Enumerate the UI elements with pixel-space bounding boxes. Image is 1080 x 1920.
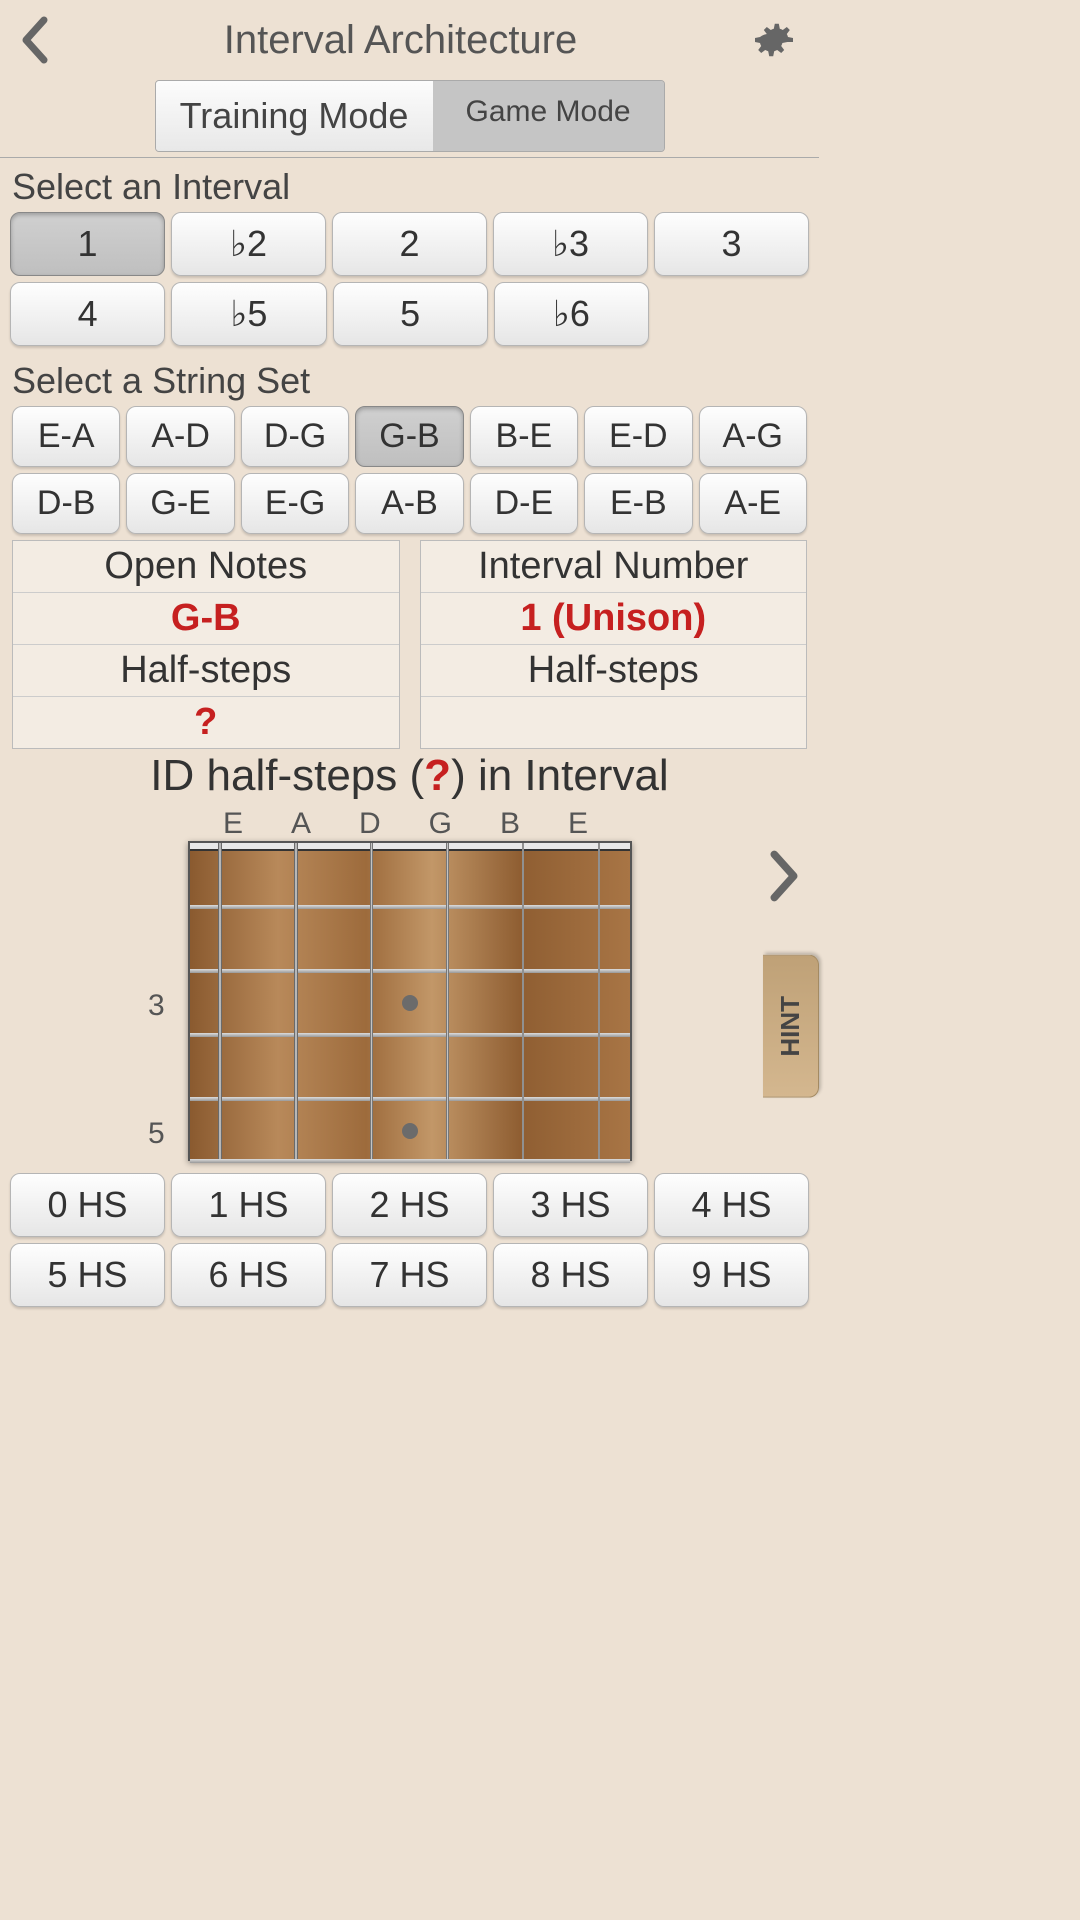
stringset-gb[interactable]: G-B: [355, 406, 463, 467]
halfsteps-label-left: Half-steps: [13, 645, 399, 697]
interval-flat3[interactable]: ♭3: [493, 212, 648, 276]
interval-2[interactable]: 2: [332, 212, 487, 276]
stringset-ae[interactable]: A-E: [699, 473, 807, 534]
stringset-db[interactable]: D-B: [12, 473, 120, 534]
interval-row-2: 4 ♭5 5 ♭6: [0, 282, 819, 346]
answer-2hs[interactable]: 2 HS: [332, 1173, 487, 1237]
mode-tabs: Training Mode Game Mode: [155, 80, 665, 152]
hint-button[interactable]: HINT: [763, 955, 819, 1098]
interval-num-label: Interval Number: [421, 541, 807, 593]
string-row-1: E-A A-D D-G G-B B-E E-D A-G: [0, 406, 819, 467]
answer-7hs[interactable]: 7 HS: [332, 1243, 487, 1307]
back-icon[interactable]: [20, 15, 50, 65]
interval-flat6[interactable]: ♭6: [494, 282, 649, 346]
interval-flat2[interactable]: ♭2: [171, 212, 326, 276]
answer-0hs[interactable]: 0 HS: [10, 1173, 165, 1237]
answer-row-2: 5 HS 6 HS 7 HS 8 HS 9 HS: [0, 1243, 819, 1307]
stringset-ag[interactable]: A-G: [699, 406, 807, 467]
page-title: Interval Architecture: [50, 18, 751, 63]
answer-3hs[interactable]: 3 HS: [493, 1173, 648, 1237]
open-notes-value: G-B: [13, 593, 399, 645]
stringset-be[interactable]: B-E: [470, 406, 578, 467]
fret-label-3: 3: [148, 989, 165, 1023]
answer-8hs[interactable]: 8 HS: [493, 1243, 648, 1307]
halfsteps-label-right: Half-steps: [421, 645, 807, 697]
halfsteps-value-left: ?: [13, 697, 399, 748]
info-grid: Open Notes G-B Half-steps ? Interval Num…: [12, 540, 807, 749]
tab-training-mode[interactable]: Training Mode: [156, 81, 433, 151]
fretboard[interactable]: [188, 841, 632, 1161]
stringset-ge[interactable]: G-E: [126, 473, 234, 534]
answer-9hs[interactable]: 9 HS: [654, 1243, 809, 1307]
answer-1hs[interactable]: 1 HS: [171, 1173, 326, 1237]
tab-game-mode[interactable]: Game Mode: [433, 81, 664, 151]
answer-4hs[interactable]: 4 HS: [654, 1173, 809, 1237]
interval-section-label: Select an Interval: [0, 158, 819, 212]
gear-icon[interactable]: [751, 16, 799, 64]
stringset-de[interactable]: D-E: [470, 473, 578, 534]
interval-5[interactable]: 5: [333, 282, 488, 346]
stringset-eb[interactable]: E-B: [584, 473, 692, 534]
answer-row-1: 0 HS 1 HS 2 HS 3 HS 4 HS: [0, 1173, 819, 1237]
prompt-text: ID half-steps (?) in Interval: [0, 749, 819, 803]
answer-5hs[interactable]: 5 HS: [10, 1243, 165, 1307]
interval-3[interactable]: 3: [654, 212, 809, 276]
string-labels: E A D G B E: [0, 807, 819, 841]
interval-row-1: 1 ♭2 2 ♭3 3: [0, 212, 819, 276]
stringset-ea[interactable]: E-A: [12, 406, 120, 467]
stringset-ed[interactable]: E-D: [584, 406, 692, 467]
interval-num-value: 1 (Unison): [421, 593, 807, 645]
interval-4[interactable]: 4: [10, 282, 165, 346]
interval-flat5[interactable]: ♭5: [171, 282, 326, 346]
stringset-ab[interactable]: A-B: [355, 473, 463, 534]
stringset-ad[interactable]: A-D: [126, 406, 234, 467]
open-notes-label: Open Notes: [13, 541, 399, 593]
answer-6hs[interactable]: 6 HS: [171, 1243, 326, 1307]
string-section-label: Select a String Set: [0, 352, 819, 406]
info-right: Interval Number 1 (Unison) Half-steps: [420, 540, 808, 749]
stringset-dg[interactable]: D-G: [241, 406, 349, 467]
interval-1[interactable]: 1: [10, 212, 165, 276]
info-left: Open Notes G-B Half-steps ?: [12, 540, 400, 749]
string-row-2: D-B G-E E-G A-B D-E E-B A-E: [0, 473, 819, 534]
chevron-right-icon[interactable]: [767, 849, 801, 903]
fret-label-5: 5: [148, 1117, 165, 1151]
stringset-eg[interactable]: E-G: [241, 473, 349, 534]
halfsteps-value-right: [421, 697, 807, 705]
